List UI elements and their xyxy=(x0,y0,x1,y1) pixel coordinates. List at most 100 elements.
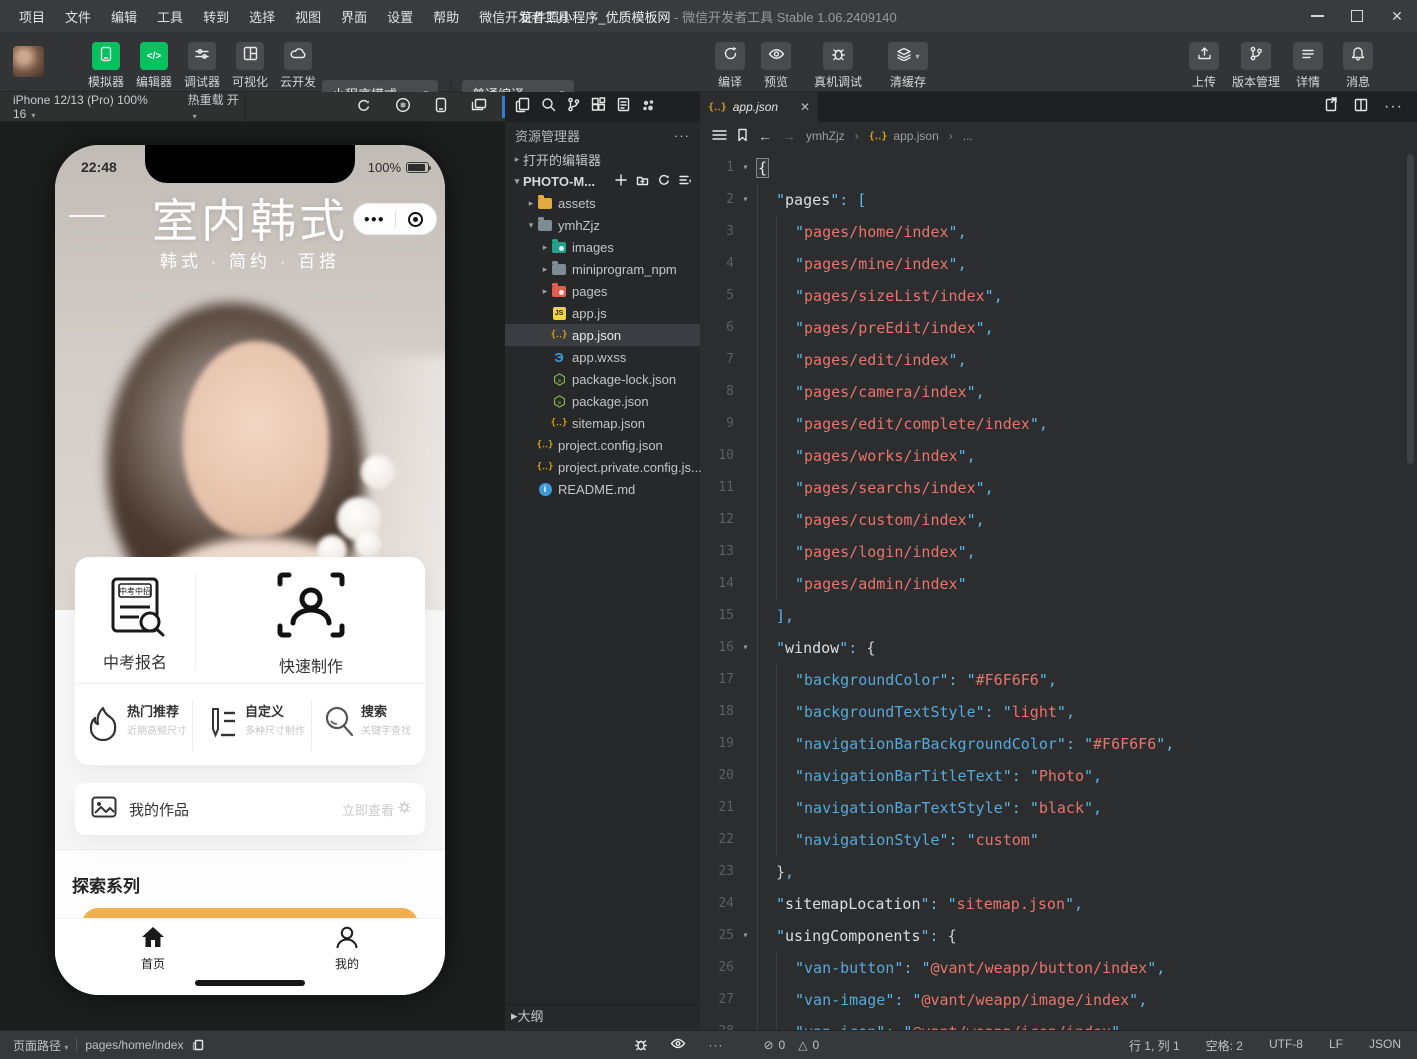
tab-app-json[interactable]: {‥} app.json ✕ xyxy=(700,92,818,122)
bug-icon[interactable] xyxy=(634,1037,648,1054)
code-line[interactable]: 5 "pages/sizeList/index", xyxy=(700,280,1417,312)
new-file-icon[interactable] xyxy=(615,173,627,189)
explorer-more-icon[interactable]: ··· xyxy=(674,128,690,143)
cloud-dev-button[interactable]: 云开发 xyxy=(274,42,322,90)
user-avatar[interactable] xyxy=(13,46,44,77)
more-actions-icon[interactable]: ··· xyxy=(1384,98,1403,116)
tree-item-project-private-config-js-[interactable]: {‥} project.private.config.js... xyxy=(505,456,702,478)
tree-item-assets[interactable]: ▸ assets xyxy=(505,192,700,214)
code-line[interactable]: 15 ], xyxy=(700,600,1417,632)
bookmark-icon[interactable] xyxy=(737,128,748,145)
close-button[interactable]: ✕ xyxy=(1377,0,1417,32)
code-line[interactable]: 22 "navigationStyle": "custom" xyxy=(700,824,1417,856)
face-scan-icon[interactable] xyxy=(275,569,347,646)
code-line[interactable]: 6 "pages/preEdit/index", xyxy=(700,312,1417,344)
files-icon[interactable] xyxy=(515,97,530,118)
new-folder-icon[interactable] xyxy=(636,174,649,189)
details-button[interactable]: 详情 xyxy=(1280,42,1336,90)
tree-item-app-json[interactable]: {‥} app.json xyxy=(505,324,700,346)
menu-item[interactable]: 转到 xyxy=(194,3,238,30)
code-line[interactable]: 17 "backgroundColor": "#F6F6F6", xyxy=(700,664,1417,696)
forward-arrow-icon[interactable]: → xyxy=(782,128,796,144)
feature-quick-label[interactable]: 快速制作 xyxy=(241,653,381,677)
code-line[interactable]: 19 "navigationBarBackgroundColor": "#F6F… xyxy=(700,728,1417,760)
tree-item-app-js[interactable]: JS app.js xyxy=(505,302,700,324)
page-path-label[interactable]: 页面路径 ▾ xyxy=(13,1037,68,1054)
tree-item-ymhZjz[interactable]: ▾ ymhZjz xyxy=(505,214,700,236)
capsule-close-icon[interactable] xyxy=(396,211,437,227)
code-line[interactable]: 18 "backgroundTextStyle": "light", xyxy=(700,696,1417,728)
open-editors-section[interactable]: ▸ 打开的编辑器 xyxy=(505,148,700,170)
hot-recommend-item[interactable]: 热门推荐 近期高频尺寸 xyxy=(85,701,187,742)
outline-file-icon[interactable] xyxy=(617,97,630,117)
rotate-icon[interactable] xyxy=(356,98,371,116)
statusbar-item[interactable]: UTF-8 xyxy=(1269,1037,1303,1054)
breadcrumb-symbol[interactable]: ... xyxy=(963,129,973,143)
tree-item-package-lock-json[interactable]: js package-lock.json xyxy=(505,368,700,390)
project-root[interactable]: ▾ PHOTO-M... xyxy=(505,170,700,192)
problems-indicator[interactable]: ⊘ 0 △ 0 xyxy=(763,1038,819,1052)
feature-exam-label[interactable]: 中考报名 xyxy=(65,649,205,673)
code-line[interactable]: 16 ▾ "window": { xyxy=(700,632,1417,664)
code-area[interactable]: 1 ▾{2 ▾ "pages": [3 "pages/home/index", 4 "… xyxy=(700,150,1417,1030)
custom-size-item[interactable]: 自定义 多种尺寸制作 xyxy=(203,701,305,738)
simulator-toggle-button[interactable]: 模拟器 xyxy=(82,42,130,90)
code-line[interactable]: 3 "pages/home/index", xyxy=(700,216,1417,248)
outline-list-icon[interactable] xyxy=(712,128,727,144)
code-line[interactable]: 11 "pages/searchs/index", xyxy=(700,472,1417,504)
tree-item-images[interactable]: ▸ images xyxy=(505,236,700,258)
menu-item[interactable]: 工具 xyxy=(148,3,192,30)
statusbar-item[interactable]: 空格: 2 xyxy=(1206,1037,1243,1054)
code-line[interactable]: 9 "pages/edit/complete/index", xyxy=(700,408,1417,440)
tree-item-project-config-json[interactable]: {‥} project.config.json xyxy=(505,434,700,456)
more-dots-icon[interactable]: ●●● xyxy=(354,214,395,225)
copy-icon[interactable] xyxy=(191,1037,204,1054)
clear-cache-button[interactable]: ▾ 清缓存 xyxy=(878,42,938,90)
outline-section[interactable]: ▸ 大纲 xyxy=(505,1004,700,1026)
code-line[interactable]: 10 "pages/works/index", xyxy=(700,440,1417,472)
multi-window-icon[interactable] xyxy=(471,98,487,115)
menu-item[interactable]: 选择 xyxy=(240,3,284,30)
statusbar-item[interactable]: JSON xyxy=(1369,1037,1401,1054)
view-now-link[interactable]: 立即查看 xyxy=(342,800,425,819)
git-icon[interactable] xyxy=(567,97,580,117)
menu-item[interactable]: 视图 xyxy=(286,3,330,30)
editor-toggle-button[interactable]: </> 编辑器 xyxy=(130,42,178,90)
extensions-icon[interactable] xyxy=(591,97,606,117)
code-line[interactable]: 27 "van-image": "@vant/weapp/image/index… xyxy=(700,984,1417,1016)
tab-home[interactable]: 首页 xyxy=(108,925,198,972)
visualize-toggle-button[interactable]: 可视化 xyxy=(226,42,274,90)
code-line[interactable]: 8 "pages/camera/index", xyxy=(700,376,1417,408)
tree-item-package-json[interactable]: js package.json xyxy=(505,390,700,412)
tree-item-pages[interactable]: ▸ pages xyxy=(505,280,700,302)
menu-item[interactable]: 微信开发者工具 xyxy=(470,3,579,30)
code-line[interactable]: 12 "pages/custom/index", xyxy=(700,504,1417,536)
search-icon[interactable] xyxy=(541,97,556,117)
eye-icon[interactable] xyxy=(670,1038,686,1052)
tab-mine[interactable]: 我的 xyxy=(302,925,392,972)
device-frame-icon[interactable] xyxy=(435,97,447,116)
menu-item[interactable]: 项目 xyxy=(10,3,54,30)
exam-doc-icon[interactable]: 中考中招 xyxy=(105,575,169,646)
more-icon[interactable]: ··· xyxy=(708,1038,723,1052)
record-icon[interactable] xyxy=(395,97,411,116)
code-line[interactable]: 14 "pages/admin/index" xyxy=(700,568,1417,600)
device-debug-button[interactable]: 真机调试 xyxy=(810,42,866,90)
statusbar-item[interactable]: 行 1, 列 1 xyxy=(1129,1037,1180,1054)
code-line[interactable]: 7 "pages/edit/index", xyxy=(700,344,1417,376)
editor-scrollbar[interactable] xyxy=(1407,154,1414,464)
maximize-button[interactable] xyxy=(1337,0,1377,32)
split-editor-icon[interactable] xyxy=(1354,98,1368,117)
code-line[interactable]: 24 "sitemapLocation": "sitemap.json", xyxy=(700,888,1417,920)
menu-item[interactable]: 文件 xyxy=(56,3,100,30)
refresh-icon[interactable] xyxy=(658,174,670,189)
device-select[interactable]: iPhone 12/13 (Pro) 100% 16 ▾ xyxy=(0,93,166,121)
tools-icon[interactable] xyxy=(641,98,655,117)
menu-item[interactable]: 界面 xyxy=(332,3,376,30)
statusbar-item[interactable]: LF xyxy=(1329,1037,1343,1054)
tree-item-README-md[interactable]: i README.md xyxy=(505,478,700,500)
collapse-all-icon[interactable] xyxy=(679,174,692,189)
code-line[interactable]: 13 "pages/login/index", xyxy=(700,536,1417,568)
open-preview-icon[interactable] xyxy=(1324,97,1338,117)
code-line[interactable]: 20 "navigationBarTitleText": "Photo", xyxy=(700,760,1417,792)
